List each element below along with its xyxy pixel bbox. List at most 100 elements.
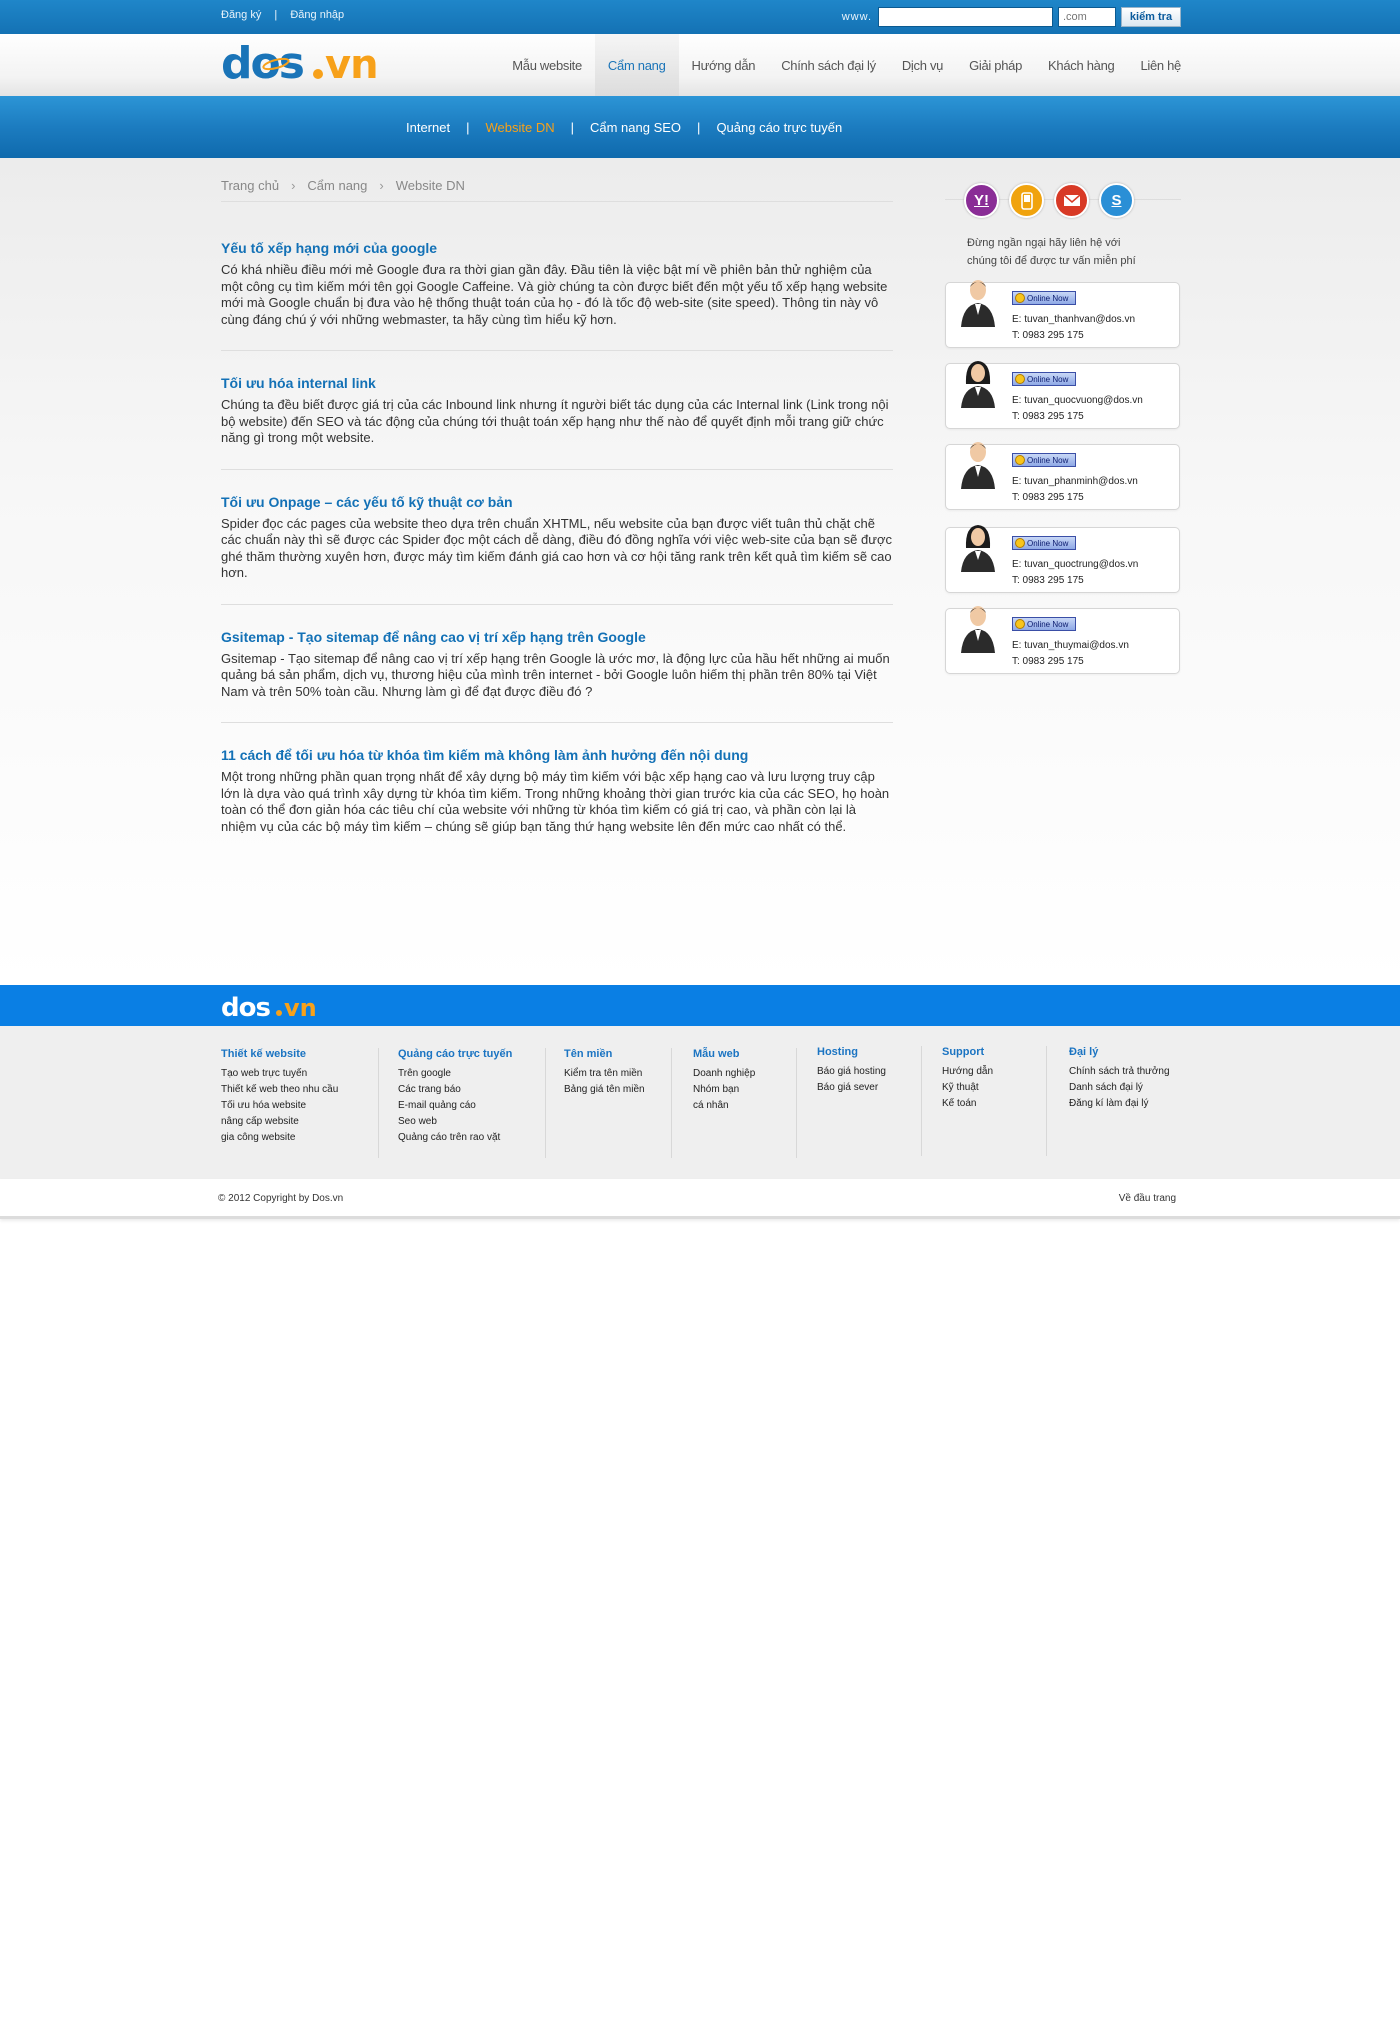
article-summary: Gsitemap - Tạo sitemap để nâng cao vị tr…	[221, 650, 890, 699]
footer-link[interactable]: Trên google	[398, 1066, 545, 1082]
agent-email: E: tuvan_phanminh@dos.vn	[1012, 476, 1138, 487]
skype-icon[interactable]: S	[1099, 183, 1134, 218]
footer-link[interactable]: Bảng giá tên miền	[564, 1082, 671, 1098]
phone-icon[interactable]	[1009, 183, 1044, 218]
nav-khach-hang[interactable]: Khách hàng	[1035, 34, 1127, 96]
article-list: Yếu tố xếp hạng mới của google Có khá nh…	[221, 240, 893, 881]
footer-column-title: Mẫu web	[693, 1048, 740, 1060]
footer-link[interactable]: Quảng cáo trên rao vặt	[398, 1130, 545, 1146]
footer-link[interactable]: Kỹ thuật	[942, 1080, 1046, 1096]
nav-huong-dan[interactable]: Hướng dẫn	[679, 34, 769, 96]
subnav-quang-cao-truc-tuyen[interactable]: Quảng cáo trực tuyến	[716, 120, 842, 135]
sub-nav: Internet | Website DN | Cẩm nang SEO | Q…	[0, 96, 1400, 158]
footer-link[interactable]: Báo giá hosting	[817, 1064, 921, 1080]
agent-card: Online Now E: tuvan_thuymai@dos.vn T: 09…	[945, 606, 1180, 674]
footer-column-dai-ly: Đại lý Chính sách trả thưởng Danh sách đ…	[1069, 1046, 1184, 1156]
footer-link[interactable]: E-mail quảng cáo	[398, 1098, 545, 1114]
article-item: Yếu tố xếp hạng mới của google Có khá nh…	[221, 240, 893, 351]
footer-column-title: Tên miền	[564, 1048, 613, 1060]
footer-link[interactable]: gia công website	[221, 1130, 378, 1146]
smile-icon	[1015, 619, 1025, 629]
female-avatar-icon	[961, 361, 995, 408]
back-to-top-link[interactable]: Về đầu trang	[1119, 1193, 1176, 1204]
footer-link[interactable]: cá nhân	[693, 1098, 796, 1114]
footer-column-title: Quảng cáo trực tuyến	[398, 1048, 513, 1060]
agent-card: Online Now E: tuvan_quocvuong@dos.vn T: …	[945, 361, 1180, 429]
article-title[interactable]: Gsitemap - Tạo sitemap để nâng cao vị tr…	[221, 629, 893, 645]
chevron-right-icon: ›	[379, 178, 384, 193]
nav-mau-website[interactable]: Mẫu website	[499, 34, 595, 96]
footer-link[interactable]: Chính sách trả thưởng	[1069, 1064, 1184, 1080]
footer-link[interactable]: nâng cấp website	[221, 1114, 378, 1130]
article-title[interactable]: Tối ưu Onpage – các yếu tố kỹ thuật cơ b…	[221, 494, 893, 510]
nav-cam-nang[interactable]: Cẩm nang	[594, 34, 679, 104]
footer-column-title: Thiết kế website	[221, 1048, 306, 1060]
footer-link[interactable]: Nhóm bạn	[693, 1082, 796, 1098]
article-item: Tối ưu hóa internal link Chúng ta đều bi…	[221, 375, 893, 470]
check-domain-button[interactable]: kiểm tra	[1121, 7, 1181, 27]
domain-extension-input[interactable]	[1058, 7, 1116, 27]
footer-links: Thiết kế website Tạo web trực tuyến Thiế…	[0, 1026, 1400, 1179]
footer-link[interactable]: Kế toán	[942, 1096, 1046, 1112]
female-avatar-icon	[961, 525, 995, 572]
mail-icon[interactable]	[1054, 183, 1089, 218]
subnav-cam-nang-seo[interactable]: Cẩm nang SEO	[590, 120, 681, 135]
main-nav: Mẫu website Cẩm nang Hướng dẫn Chính sác…	[499, 34, 1181, 104]
online-status-badge[interactable]: Online Now	[1012, 291, 1076, 305]
nav-chinh-sach-dai-ly[interactable]: Chính sách đại lý	[768, 34, 889, 96]
breadcrumb-cam-nang[interactable]: Cẩm nang	[307, 178, 367, 201]
contact-note-line: Đừng ngần ngại hãy liên hệ với	[967, 237, 1121, 249]
smile-icon	[1015, 374, 1025, 384]
online-status-badge[interactable]: Online Now	[1012, 453, 1076, 467]
male-avatar-icon	[961, 280, 995, 327]
register-link[interactable]: Đăng ký	[221, 9, 261, 21]
article-item: Gsitemap - Tạo sitemap để nâng cao vị tr…	[221, 629, 893, 723]
domain-input[interactable]	[878, 7, 1053, 27]
online-status-badge[interactable]: Online Now	[1012, 372, 1076, 386]
online-status-badge[interactable]: Online Now	[1012, 536, 1076, 550]
footer-link[interactable]: Hướng dẫn	[942, 1064, 1046, 1080]
breadcrumb-home[interactable]: Trang chủ	[221, 178, 279, 201]
footer-link[interactable]: Tối ưu hóa website	[221, 1098, 378, 1114]
smile-icon	[1015, 455, 1025, 465]
agent-card: Online Now E: tuvan_thanhvan@dos.vn T: 0…	[945, 280, 1180, 348]
svg-text:vn: vn	[284, 994, 317, 1021]
header: dos vn Mẫu website Cẩm nang Hướng dẫn Ch…	[0, 34, 1400, 104]
online-status-badge[interactable]: Online Now	[1012, 617, 1076, 631]
footer-column-ten-mien: Tên miền Kiểm tra tên miền Bảng giá tên …	[564, 1048, 672, 1158]
footer-link[interactable]: Đăng kí làm đại lý	[1069, 1096, 1184, 1112]
svg-text:vn: vn	[325, 42, 378, 88]
nav-dich-vu[interactable]: Dịch vụ	[889, 34, 956, 96]
agent-card: Online Now E: tuvan_quoctrung@dos.vn T: …	[945, 525, 1180, 593]
nav-lien-he[interactable]: Liên hệ	[1127, 34, 1181, 96]
agent-email: E: tuvan_quoctrung@dos.vn	[1012, 559, 1139, 570]
footer-link[interactable]: Doanh nghiệp	[693, 1066, 796, 1082]
yahoo-icon[interactable]: Y!	[964, 183, 999, 218]
nav-giai-phap[interactable]: Giải pháp	[956, 34, 1035, 96]
footer-link[interactable]: Báo giá sever	[817, 1080, 921, 1096]
agent-phone: T: 0983 295 175	[1012, 411, 1084, 422]
agent-phone: T: 0983 295 175	[1012, 330, 1084, 341]
breadcrumb: Trang chủ › Cẩm nang › Website DN	[221, 178, 893, 202]
footer-link[interactable]: Thiết kế web theo nhu cầu	[221, 1082, 378, 1098]
subnav-internet[interactable]: Internet	[406, 120, 450, 135]
article-title[interactable]: 11 cách để tối ưu hóa từ khóa tìm kiếm m…	[221, 747, 893, 763]
article-title[interactable]: Yếu tố xếp hạng mới của google	[221, 240, 893, 256]
article-title[interactable]: Tối ưu hóa internal link	[221, 375, 893, 391]
site-logo[interactable]: dos vn	[221, 38, 399, 89]
agent-email: E: tuvan_quocvuong@dos.vn	[1012, 395, 1143, 406]
login-link[interactable]: Đăng nhập	[290, 9, 344, 21]
footer-link[interactable]: Các trang báo	[398, 1082, 545, 1098]
article-summary: Có khá nhiều điều mới mẻ Google đưa ra t…	[221, 262, 888, 327]
svg-text:dos: dos	[221, 993, 270, 1021]
footer-link[interactable]: Kiểm tra tên miền	[564, 1066, 671, 1082]
footer-logo-bar: dos vn	[0, 985, 1400, 1026]
footer-link[interactable]: Seo web	[398, 1114, 545, 1130]
agent-email: E: tuvan_thanhvan@dos.vn	[1012, 314, 1136, 325]
footer-logo[interactable]: dos vn	[221, 993, 329, 1023]
footer-link[interactable]: Tạo web trực tuyến	[221, 1066, 378, 1082]
footer-link[interactable]: Danh sách đại lý	[1069, 1080, 1184, 1096]
agent-phone: T: 0983 295 175	[1012, 575, 1084, 586]
article-item: Tối ưu Onpage – các yếu tố kỹ thuật cơ b…	[221, 494, 893, 605]
subnav-website-dn[interactable]: Website DN	[485, 120, 554, 135]
